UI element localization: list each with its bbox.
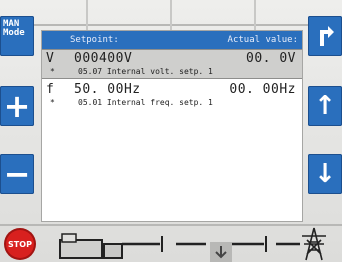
- up-button[interactable]: ↑: [308, 86, 342, 126]
- mode-button[interactable]: MAN Mode: [0, 16, 34, 56]
- parameter-name: 05.07 Internal volt. setp. 1: [78, 67, 213, 76]
- actual-value-header: Actual value:: [227, 35, 298, 45]
- row-marker: *: [50, 98, 55, 107]
- hmi-screen: MAN Mode + − ↑ ↓ Setpoint: Actual value:…: [0, 0, 342, 262]
- setpoint-value: 000400V: [74, 51, 133, 66]
- plus-icon: +: [3, 87, 31, 125]
- single-line-diagram: [59, 227, 326, 262]
- voltage-setpoint-row[interactable]: V 000400V 00. 0V * 05.07 Internal volt. …: [42, 49, 302, 79]
- parameter-name: 05.01 Internal freq. setp. 1: [78, 98, 213, 107]
- actual-value: 00. 00Hz: [229, 82, 296, 97]
- row-unit: V: [46, 51, 55, 66]
- actual-value: 00. 0V: [246, 51, 296, 66]
- setpoint-value: 50. 00Hz: [74, 82, 141, 97]
- minus-button[interactable]: −: [0, 154, 34, 194]
- panel-header: Setpoint: Actual value:: [42, 31, 302, 49]
- down-button[interactable]: ↓: [308, 154, 342, 194]
- transmission-tower-icon: [302, 227, 326, 261]
- down-arrow-icon: ↓: [314, 159, 336, 189]
- shortcut-button[interactable]: [308, 16, 342, 56]
- row-marker: *: [50, 67, 55, 76]
- setpoint-header: Setpoint:: [70, 35, 119, 45]
- generator-icon: [59, 233, 123, 259]
- minus-icon: −: [3, 155, 31, 193]
- mode-button-line2: Mode: [3, 28, 25, 38]
- frequency-setpoint-row[interactable]: f 50. 00Hz 00. 00Hz * 05.01 Internal fre…: [42, 81, 302, 111]
- down-arrow-indicator-icon: [210, 242, 232, 262]
- up-arrow-icon: ↑: [314, 91, 336, 121]
- shortcut-arrow-icon: [320, 26, 334, 46]
- setpoint-panel: Setpoint: Actual value: V 000400V 00. 0V…: [41, 30, 303, 222]
- row-unit: f: [46, 82, 55, 97]
- plus-button[interactable]: +: [0, 86, 34, 126]
